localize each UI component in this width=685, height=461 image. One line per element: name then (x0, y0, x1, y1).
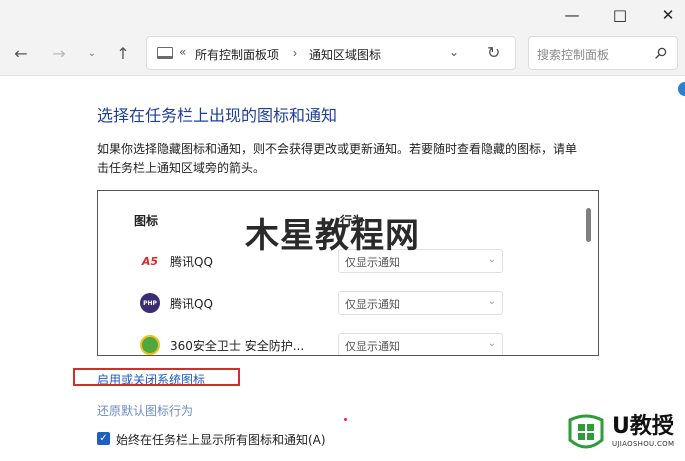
tencent-qq-icon: A5 (141, 254, 159, 268)
behavior-select[interactable]: 仅显示通知 ⌄ (338, 333, 503, 355)
app-name: 360安全卫士 安全防护... (170, 339, 305, 353)
column-header-icon: 图标 (134, 214, 159, 228)
list-item: 360安全卫士 安全防护... 仅显示通知 ⌄ (98, 327, 578, 355)
navigation-bar: ← → ⌄ ↑ « 所有控制面板项 › 通知区域图标 ⌄ ↻ 搜索控制面板 (0, 32, 685, 76)
windows-logo-icon (568, 414, 604, 449)
logo-text: U教授 (612, 414, 674, 439)
search-input[interactable]: 搜索控制面板 (528, 36, 678, 70)
decorative-dot (344, 418, 347, 421)
highlight-frame (73, 368, 240, 386)
maximize-button[interactable]: □ (597, 0, 643, 30)
behavior-select-value: 仅显示通知 (345, 298, 400, 311)
360-safe-icon (140, 335, 160, 355)
chevron-down-icon[interactable]: ⌄ (449, 45, 459, 59)
app-name: 腾讯QQ (170, 255, 213, 269)
page-description: 如果你选择隐藏图标和通知，则不会获得更改或更新通知。若要随时查看隐藏的图标，请单… (97, 142, 578, 175)
watermark: 木星教程网 (245, 216, 420, 256)
always-show-checkbox[interactable]: ✓ (97, 432, 110, 445)
app-name: 腾讯QQ (170, 297, 213, 311)
breadcrumb-all-control-panel-items[interactable]: 所有控制面板项 (195, 46, 279, 63)
behavior-select[interactable]: 仅显示通知 ⌄ (338, 291, 503, 315)
always-show-label[interactable]: 始终在任务栏上显示所有图标和通知(A) (116, 431, 326, 448)
minimize-button[interactable]: — (549, 0, 595, 30)
page-title: 选择在任务栏上出现的图标和通知 (97, 106, 338, 125)
list-item: PHP 腾讯QQ 仅显示通知 ⌄ (98, 285, 578, 325)
chevron-down-icon: ⌄ (487, 338, 496, 349)
chevron-down-icon: ⌄ (487, 296, 496, 307)
search-placeholder: 搜索控制面板 (537, 48, 610, 62)
address-bar[interactable]: « 所有控制面板项 › 通知区域图标 ⌄ ↻ (146, 36, 516, 70)
pc-icon (157, 47, 173, 59)
scrollbar-thumb[interactable] (586, 208, 591, 242)
close-button[interactable]: ✕ (645, 0, 685, 30)
breadcrumb-overflow[interactable]: « (179, 45, 186, 59)
breadcrumb-separator[interactable]: › (293, 46, 297, 60)
title-bar: — □ ✕ (0, 0, 685, 32)
ujiaoshou-logo: U教授 UJIAOSHOU.COM (566, 408, 682, 456)
php-icon: PHP (140, 293, 160, 313)
breadcrumb-notification-area-icons[interactable]: 通知区域图标 (309, 46, 381, 63)
logo-subtext: UJIAOSHOU.COM (612, 440, 675, 448)
search-icon[interactable] (655, 47, 667, 59)
recent-locations-button[interactable]: ⌄ (84, 41, 100, 65)
restore-default-link[interactable]: 还原默认图标行为 (97, 402, 193, 419)
help-icon[interactable] (678, 82, 685, 96)
chevron-down-icon: ⌄ (487, 254, 496, 265)
up-button[interactable]: ↑ (112, 41, 134, 65)
back-button[interactable]: ← (10, 41, 32, 65)
refresh-icon[interactable]: ↻ (487, 43, 500, 62)
behavior-select-value: 仅显示通知 (345, 340, 400, 353)
forward-button[interactable]: → (48, 41, 70, 65)
